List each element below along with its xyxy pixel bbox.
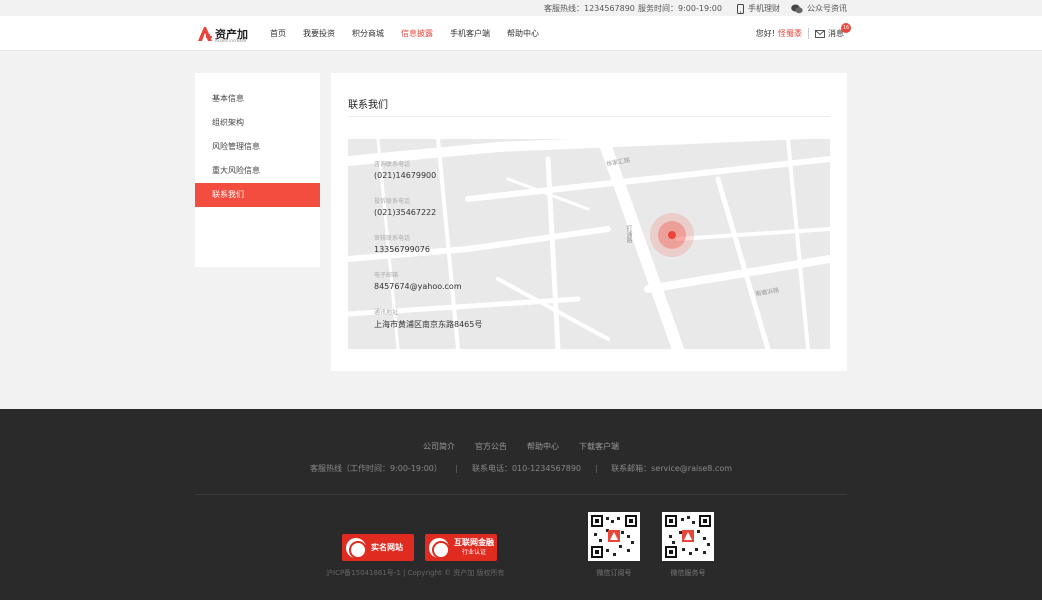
disclosure-sidebar: 基本信息 组织架构 风险管理信息 重大风险信息 联系我们 [195, 73, 320, 267]
copyright-text: 沪ICP备15041861号-1 | Copyright © 资产加 版权所有 [326, 569, 505, 577]
contact-panel: 联系我们 徐家汇路 打浦路 南塘浜路 咨询联系电话 (021)14679900 … [331, 73, 847, 371]
footer-link-about[interactable]: 公司简介 [423, 441, 455, 452]
address-value: 上海市黄浦区南京东路8465号 [374, 320, 483, 329]
wechat-icon [791, 4, 803, 13]
review-phone-value: 13356799076 [374, 245, 430, 254]
mobile-finance-link[interactable]: 手机理财 [737, 3, 780, 14]
email-value: 8457674@yahoo.com [374, 282, 462, 291]
complaint-phone-label: 投诉联系电话 [374, 198, 411, 205]
qr-caption-service: 微信服务号 [670, 569, 706, 577]
location-map[interactable]: 徐家汇路 打浦路 南塘浜路 咨询联系电话 (021)14679900 投诉联系电… [348, 139, 830, 349]
sidebar-item-basic-info[interactable]: 基本信息 [195, 87, 320, 111]
footer-link-download[interactable]: 下载客户端 [579, 441, 619, 452]
footer-hotline: 客服热线（工作时间：9:00-19:00） [309, 464, 442, 473]
public-account-label: 公众号资讯 [807, 4, 847, 13]
nav-help[interactable]: 帮助中心 [507, 28, 539, 39]
contact-info: 咨询联系电话 (021)14679900 投诉联系电话 (021)3546722… [374, 159, 482, 346]
cert-title: 互联网金融 [454, 537, 494, 547]
nav-home[interactable]: 首页 [270, 28, 286, 39]
cert-label: 实名网站 [371, 542, 403, 552]
mobile-finance-label: 手机理财 [748, 4, 780, 13]
title-divider [348, 116, 830, 117]
mail-icon [815, 29, 825, 38]
consult-phone-label: 咨询联系电话 [374, 161, 411, 168]
sidebar-item-major-risk[interactable]: 重大风险信息 [195, 159, 320, 183]
main-nav: 首页 我要投资 积分商城 信息披露 手机客户端 帮助中心 [270, 28, 556, 39]
greeting-text: 您好! [755, 29, 775, 38]
footer-link-help[interactable]: 帮助中心 [527, 441, 559, 452]
site-logo[interactable]: 资产加 Assets increase [197, 26, 248, 43]
logo-mark-icon [197, 26, 213, 42]
review-phone-label: 审核联系电话 [374, 235, 411, 242]
public-account-link[interactable]: 公众号资讯 [791, 3, 847, 14]
footer-divider [195, 494, 847, 495]
sidebar-item-organization[interactable]: 组织架构 [195, 111, 320, 135]
qr-code-subscription [588, 512, 640, 561]
footer-email[interactable]: 联系邮箱：service@raise8.com [611, 464, 732, 473]
address-label: 通讯地址 [374, 309, 399, 316]
cert-label: 互联网金融 行业认证 [454, 538, 494, 558]
page-title: 联系我们 [348, 100, 388, 111]
qr-caption-subscription: 微信订阅号 [596, 569, 632, 577]
footer-links: 公司简介 官方公告 帮助中心 下载客户端 [0, 441, 1042, 452]
consult-phone-value: (021)14679900 [374, 171, 437, 180]
sidebar-item-contact-us[interactable]: 联系我们 [195, 183, 320, 207]
email-label: 电子邮箱 [374, 272, 399, 279]
seal-icon [346, 537, 367, 559]
messages-link[interactable]: 消息 16 [815, 23, 851, 39]
footer-phone: 联系电话：010-1234567890 [471, 464, 582, 473]
logo-subtitle: Assets increase [215, 38, 247, 43]
street-label: 打浦路 [625, 225, 632, 243]
divider [808, 28, 809, 39]
message-count-badge: 16 [841, 23, 851, 33]
location-pin-icon[interactable] [668, 231, 676, 239]
hotline-text: 客服热线：1234567890 [544, 4, 635, 13]
sidebar-item-risk-management[interactable]: 风险管理信息 [195, 135, 320, 159]
main-header: 资产加 Assets increase 首页 我要投资 积分商城 信息披露 手机… [0, 16, 1042, 51]
site-footer: 公司简介 官方公告 帮助中心 下载客户端 客服热线（工作时间：9:00-19:0… [0, 409, 1042, 600]
divider [595, 464, 597, 473]
qr-code-service [662, 512, 714, 561]
user-box: 您好! 怪蜀黍 消息 16 [755, 23, 851, 39]
nav-points-mall[interactable]: 积分商城 [352, 28, 384, 39]
nav-invest[interactable]: 我要投资 [303, 28, 335, 39]
service-hours-text: 服务时间：9:00-19:00 [638, 4, 722, 13]
top-info-bar: 客服热线：1234567890 服务时间：9:00-19:00 手机理财 公众号… [0, 0, 1042, 16]
footer-contact: 客服热线（工作时间：9:00-19:00） 联系电话：010-123456789… [0, 463, 1042, 474]
username-link[interactable]: 怪蜀黍 [778, 28, 802, 39]
divider [456, 464, 458, 473]
finance-cert-badge[interactable]: 互联网金融 行业认证 [425, 534, 497, 561]
nav-disclosure[interactable]: 信息披露 [401, 28, 433, 39]
nav-mobile-client[interactable]: 手机客户端 [450, 28, 490, 39]
footer-link-announcements[interactable]: 官方公告 [475, 441, 507, 452]
complaint-phone-value: (021)35467222 [374, 208, 437, 217]
cert-subtitle: 行业认证 [461, 548, 486, 556]
seal-icon [429, 537, 450, 559]
realname-cert-badge[interactable]: 实名网站 [342, 534, 414, 561]
phone-icon [737, 3, 744, 14]
